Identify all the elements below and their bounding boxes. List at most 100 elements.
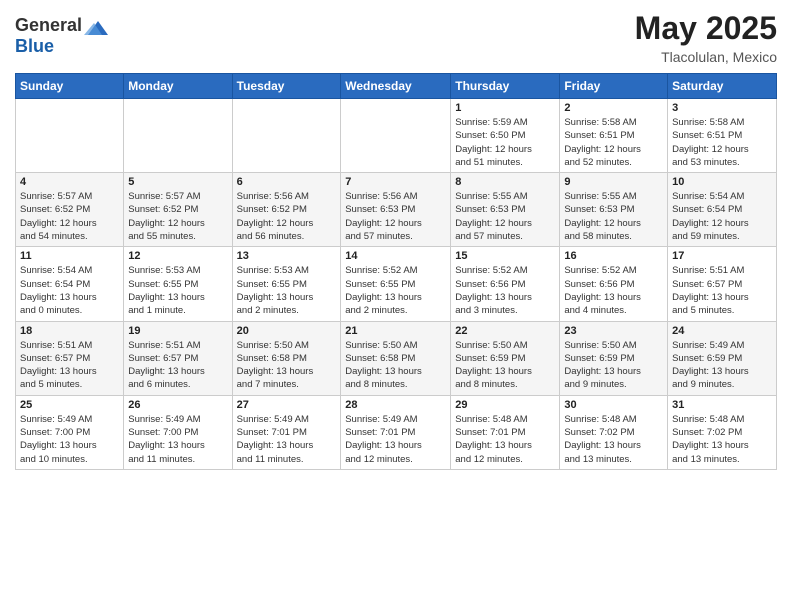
day-number: 7 (345, 176, 446, 188)
header-row: Sunday Monday Tuesday Wednesday Thursday… (16, 74, 777, 99)
logo-icon (84, 17, 108, 37)
table-row: 16 Sunrise: 5:52 AMSunset: 6:56 PMDayligh… (560, 247, 668, 321)
day-info: Sunrise: 5:51 AMSunset: 6:57 PMDaylight:… (128, 339, 227, 392)
day-info: Sunrise: 5:49 AMSunset: 7:00 PMDaylight:… (128, 413, 227, 466)
day-number: 19 (128, 325, 227, 337)
day-info: Sunrise: 5:48 AMSunset: 7:02 PMDaylight:… (672, 413, 772, 466)
day-info: Sunrise: 5:51 AMSunset: 6:57 PMDaylight:… (20, 339, 119, 392)
day-number: 2 (564, 102, 663, 114)
day-number: 1 (455, 102, 555, 114)
page-header: General Blue May 2025 Tlacolulan, Mexico (15, 10, 777, 65)
day-number: 24 (672, 325, 772, 337)
logo: General Blue (15, 15, 108, 57)
table-row: 22 Sunrise: 5:50 AMSunset: 6:59 PMDayligh… (451, 321, 560, 395)
day-info: Sunrise: 5:52 AMSunset: 6:55 PMDaylight:… (345, 264, 446, 317)
calendar-table: Sunday Monday Tuesday Wednesday Thursday… (15, 73, 777, 470)
table-row: 31 Sunrise: 5:48 AMSunset: 7:02 PMDayligh… (668, 395, 777, 469)
day-info: Sunrise: 5:50 AMSunset: 6:59 PMDaylight:… (564, 339, 663, 392)
day-number: 21 (345, 325, 446, 337)
day-number: 4 (20, 176, 119, 188)
day-number: 17 (672, 250, 772, 262)
day-number: 27 (237, 399, 337, 411)
table-row: 8 Sunrise: 5:55 AMSunset: 6:53 PMDaylight… (451, 173, 560, 247)
day-number: 5 (128, 176, 227, 188)
table-row: 13Sunrise: 5:53 AMSunset: 6:55 PMDayligh… (232, 247, 341, 321)
table-row (16, 99, 124, 173)
table-row: 21 Sunrise: 5:50 AMSunset: 6:58 PMDayligh… (341, 321, 451, 395)
day-number: 8 (455, 176, 555, 188)
table-row: 11 Sunrise: 5:54 AMSunset: 6:54 PMDayligh… (16, 247, 124, 321)
table-row: 15Sunrise: 5:52 AMSunset: 6:56 PMDayligh… (451, 247, 560, 321)
table-row (341, 99, 451, 173)
day-info: Sunrise: 5:53 AMSunset: 6:55 PMDaylight:… (128, 264, 227, 317)
title-block: May 2025 Tlacolulan, Mexico (635, 10, 777, 65)
day-info: Sunrise: 5:55 AMSunset: 6:53 PMDaylight:… (455, 190, 555, 243)
day-number: 12 (128, 250, 227, 262)
day-info: Sunrise: 5:57 AMSunset: 6:52 PMDaylight:… (20, 190, 119, 243)
day-number: 16 (564, 250, 663, 262)
day-info: Sunrise: 5:50 AMSunset: 6:58 PMDaylight:… (237, 339, 337, 392)
calendar-week-row: 11 Sunrise: 5:54 AMSunset: 6:54 PMDayligh… (16, 247, 777, 321)
day-info: Sunrise: 5:58 AMSunset: 6:51 PMDaylight:… (564, 116, 663, 169)
day-number: 31 (672, 399, 772, 411)
day-number: 18 (20, 325, 119, 337)
table-row: 14 Sunrise: 5:52 AMSunset: 6:55 PMDayligh… (341, 247, 451, 321)
day-info: Sunrise: 5:56 AMSunset: 6:53 PMDaylight:… (345, 190, 446, 243)
calendar-week-row: 25 Sunrise: 5:49 AMSunset: 7:00 PMDayligh… (16, 395, 777, 469)
table-row: 12 Sunrise: 5:53 AMSunset: 6:55 PMDayligh… (124, 247, 232, 321)
day-info: Sunrise: 5:49 AMSunset: 7:00 PMDaylight:… (20, 413, 119, 466)
day-number: 30 (564, 399, 663, 411)
table-row: 2 Sunrise: 5:58 AMSunset: 6:51 PMDaylight… (560, 99, 668, 173)
logo-blue-text: Blue (15, 37, 108, 57)
calendar-title: May 2025 (635, 10, 777, 47)
table-row (124, 99, 232, 173)
day-number: 20 (237, 325, 337, 337)
day-info: Sunrise: 5:52 AMSunset: 6:56 PMDaylight:… (564, 264, 663, 317)
table-row: 10 Sunrise: 5:54 AMSunset: 6:54 PMDayligh… (668, 173, 777, 247)
day-info: Sunrise: 5:59 AMSunset: 6:50 PMDaylight:… (455, 116, 555, 169)
table-row: 26Sunrise: 5:49 AMSunset: 7:00 PMDayligh… (124, 395, 232, 469)
table-row: 17Sunrise: 5:51 AMSunset: 6:57 PMDayligh… (668, 247, 777, 321)
col-wednesday: Wednesday (341, 74, 451, 99)
day-number: 28 (345, 399, 446, 411)
day-info: Sunrise: 5:50 AMSunset: 6:58 PMDaylight:… (345, 339, 446, 392)
col-thursday: Thursday (451, 74, 560, 99)
day-number: 25 (20, 399, 119, 411)
table-row: 5 Sunrise: 5:57 AMSunset: 6:52 PMDaylight… (124, 173, 232, 247)
day-info: Sunrise: 5:56 AMSunset: 6:52 PMDaylight:… (237, 190, 337, 243)
table-row: 27 Sunrise: 5:49 AMSunset: 7:01 PMDayligh… (232, 395, 341, 469)
day-number: 3 (672, 102, 772, 114)
day-number: 29 (455, 399, 555, 411)
table-row: 19 Sunrise: 5:51 AMSunset: 6:57 PMDayligh… (124, 321, 232, 395)
col-tuesday: Tuesday (232, 74, 341, 99)
day-info: Sunrise: 5:49 AMSunset: 7:01 PMDaylight:… (237, 413, 337, 466)
day-number: 10 (672, 176, 772, 188)
day-info: Sunrise: 5:52 AMSunset: 6:56 PMDaylight:… (455, 264, 555, 317)
day-info: Sunrise: 5:57 AMSunset: 6:52 PMDaylight:… (128, 190, 227, 243)
col-friday: Friday (560, 74, 668, 99)
col-sunday: Sunday (16, 74, 124, 99)
day-info: Sunrise: 5:48 AMSunset: 7:02 PMDaylight:… (564, 413, 663, 466)
day-number: 14 (345, 250, 446, 262)
table-row: 29 Sunrise: 5:48 AMSunset: 7:01 PMDayligh… (451, 395, 560, 469)
day-info: Sunrise: 5:54 AMSunset: 6:54 PMDaylight:… (672, 190, 772, 243)
day-number: 11 (20, 250, 119, 262)
col-monday: Monday (124, 74, 232, 99)
table-row: 7 Sunrise: 5:56 AMSunset: 6:53 PMDaylight… (341, 173, 451, 247)
calendar-subtitle: Tlacolulan, Mexico (635, 49, 777, 65)
table-row: 4 Sunrise: 5:57 AMSunset: 6:52 PMDaylight… (16, 173, 124, 247)
day-info: Sunrise: 5:54 AMSunset: 6:54 PMDaylight:… (20, 264, 119, 317)
table-row: 30 Sunrise: 5:48 AMSunset: 7:02 PMDayligh… (560, 395, 668, 469)
table-row: 24Sunrise: 5:49 AMSunset: 6:59 PMDayligh… (668, 321, 777, 395)
day-info: Sunrise: 5:48 AMSunset: 7:01 PMDaylight:… (455, 413, 555, 466)
day-info: Sunrise: 5:50 AMSunset: 6:59 PMDaylight:… (455, 339, 555, 392)
table-row: 18 Sunrise: 5:51 AMSunset: 6:57 PMDayligh… (16, 321, 124, 395)
table-row: 20 Sunrise: 5:50 AMSunset: 6:58 PMDayligh… (232, 321, 341, 395)
calendar-week-row: 18 Sunrise: 5:51 AMSunset: 6:57 PMDayligh… (16, 321, 777, 395)
calendar-week-row: 4 Sunrise: 5:57 AMSunset: 6:52 PMDaylight… (16, 173, 777, 247)
day-info: Sunrise: 5:49 AMSunset: 7:01 PMDaylight:… (345, 413, 446, 466)
day-number: 22 (455, 325, 555, 337)
day-number: 23 (564, 325, 663, 337)
col-saturday: Saturday (668, 74, 777, 99)
day-number: 13 (237, 250, 337, 262)
